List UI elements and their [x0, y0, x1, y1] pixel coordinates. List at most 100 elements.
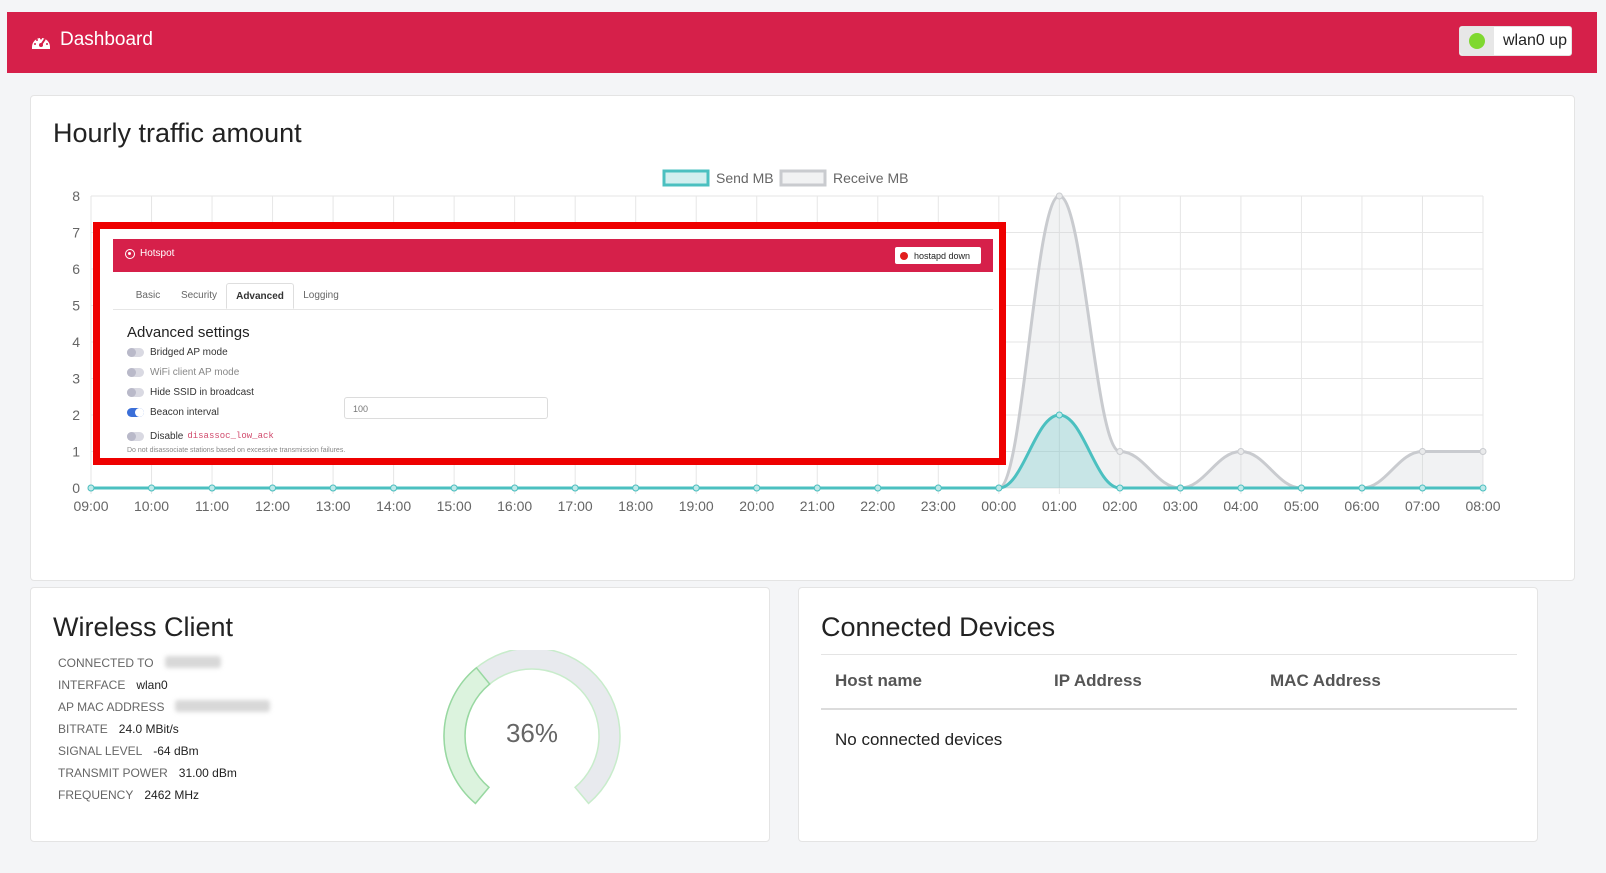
- hotspot-icon: [125, 249, 135, 259]
- disassoc-label: Disable: [150, 430, 184, 442]
- column-mac-address[interactable]: MAC Address: [1270, 671, 1381, 691]
- x-tick-label: 03:00: [1163, 498, 1198, 514]
- disassoc-hint: Do not disassociate stations based on ex…: [127, 447, 346, 454]
- interface-status-text: wlan0 up: [1503, 32, 1568, 49]
- x-tick-label: 06:00: [1344, 498, 1379, 514]
- disassoc-code: disassoc_low_ack: [187, 431, 274, 441]
- bridged-ap-toggle[interactable]: [127, 347, 144, 357]
- dashboard-icon: [32, 37, 50, 49]
- connected-devices-card: Connected Devices Host name IP Address M…: [798, 587, 1538, 842]
- x-tick-label: 19:00: [679, 498, 714, 514]
- info-value: 24.0 MBit/s: [118, 722, 179, 736]
- x-tick-label: 22:00: [860, 498, 895, 514]
- advanced-settings-heading: Advanced settings: [127, 324, 250, 341]
- data-point: [1418, 484, 1426, 492]
- info-label: AP MAC ADDRESS: [58, 700, 165, 714]
- legend-label: Send MB: [716, 170, 774, 186]
- wifi-client-ap-option[interactable]: WiFi client AP mode: [127, 365, 239, 379]
- data-point: [692, 484, 700, 492]
- signal-gauge: 36%: [443, 650, 621, 805]
- beacon-interval-option[interactable]: Beacon interval: [127, 405, 219, 419]
- data-point: [1176, 484, 1184, 492]
- data-point: [1237, 484, 1245, 492]
- x-tick-label: 16:00: [497, 498, 532, 514]
- data-point: [87, 484, 95, 492]
- table-divider: [821, 654, 1517, 655]
- frequency-row: FREQUENCY 2462 MHz: [58, 788, 199, 802]
- info-value: wlan0: [136, 678, 168, 692]
- info-label: TRANSMIT POWER: [58, 766, 168, 780]
- wireless-client-title: Wireless Client: [53, 612, 234, 642]
- column-host-name[interactable]: Host name: [835, 671, 922, 691]
- x-tick-label: 09:00: [73, 498, 108, 514]
- y-tick-label: 4: [72, 334, 80, 350]
- dashboard-page: Dashboard wlan0 up Hourly traffic amount…: [0, 0, 1606, 873]
- hostapd-status-badge: hostapd down: [895, 247, 981, 264]
- data-point: [329, 484, 337, 492]
- data-point: [1055, 411, 1063, 419]
- transmit-power-row: TRANSMIT POWER 31.00 dBm: [58, 766, 237, 780]
- x-tick-label: 08:00: [1465, 498, 1500, 514]
- info-label: FREQUENCY: [58, 788, 134, 802]
- bridged-ap-option[interactable]: Bridged AP mode: [127, 345, 228, 359]
- hotspot-header: Hotspot hostapd down: [113, 239, 993, 272]
- data-point: [1479, 448, 1487, 455]
- x-tick-label: 14:00: [376, 498, 411, 514]
- x-tick-label: 13:00: [316, 498, 351, 514]
- y-tick-label: 6: [72, 261, 80, 277]
- y-tick-label: 8: [72, 188, 80, 204]
- data-point: [813, 484, 821, 492]
- status-dot-icon: [1469, 33, 1485, 49]
- hide-ssid-option[interactable]: Hide SSID in broadcast: [127, 385, 254, 399]
- data-point: [269, 484, 277, 492]
- wireless-client-card: Wireless Client CONNECTED TO INTERFACE w…: [30, 587, 770, 842]
- column-ip-address[interactable]: IP Address: [1054, 671, 1142, 691]
- tab-security[interactable]: Security: [174, 283, 224, 309]
- disassoc-option[interactable]: Disable disassoc_low_ack: [127, 429, 274, 443]
- y-tick-label: 5: [72, 298, 80, 314]
- y-tick-label: 1: [72, 444, 80, 460]
- beacon-interval-toggle[interactable]: [127, 407, 144, 417]
- data-point: [632, 484, 640, 492]
- x-tick-label: 00:00: [981, 498, 1016, 514]
- data-point: [390, 484, 398, 492]
- x-tick-label: 12:00: [255, 498, 290, 514]
- info-label: BITRATE: [58, 722, 108, 736]
- tab-advanced[interactable]: Advanced: [226, 283, 294, 309]
- info-value: 31.00 dBm: [178, 766, 237, 780]
- data-point: [1116, 484, 1124, 492]
- signal-level-row: SIGNAL LEVEL -64 dBm: [58, 744, 199, 758]
- ap-mac-row: AP MAC ADDRESS: [58, 700, 271, 714]
- data-point: [1055, 192, 1063, 200]
- y-tick-label: 0: [72, 480, 80, 496]
- bitrate-row: BITRATE 24.0 MBit/s: [58, 722, 179, 736]
- tab-logging[interactable]: Logging: [296, 283, 346, 309]
- x-tick-label: 10:00: [134, 498, 169, 514]
- redacted-value: [175, 700, 271, 712]
- connected-devices-title: Connected Devices: [821, 612, 1056, 642]
- disassoc-toggle[interactable]: [127, 431, 144, 441]
- x-tick-label: 11:00: [195, 498, 229, 514]
- wifi-client-ap-toggle[interactable]: [127, 367, 144, 377]
- data-point: [874, 484, 882, 492]
- legend-swatch: [779, 169, 827, 187]
- data-point: [1479, 484, 1487, 492]
- gauge-percent-text: 36%: [506, 718, 558, 748]
- redacted-value: [164, 656, 221, 668]
- data-point: [1116, 448, 1124, 455]
- data-point: [148, 484, 156, 492]
- top-bar: Dashboard wlan0 up: [7, 12, 1597, 73]
- hotspot-title: Hotspot: [140, 248, 175, 259]
- table-header-divider: [821, 708, 1517, 710]
- x-tick-label: 04:00: [1223, 498, 1258, 514]
- data-point: [1358, 484, 1366, 492]
- data-point: [1418, 448, 1426, 455]
- beacon-interval-input[interactable]: 100: [344, 397, 548, 419]
- status-dot-icon: [900, 251, 908, 260]
- hostapd-status-text: hostapd down: [914, 250, 971, 261]
- wifi-client-ap-label: WiFi client AP mode: [150, 366, 240, 378]
- hide-ssid-label: Hide SSID in broadcast: [150, 386, 254, 398]
- data-point: [1237, 448, 1245, 455]
- tab-basic[interactable]: Basic: [126, 283, 170, 309]
- hide-ssid-toggle[interactable]: [127, 387, 144, 397]
